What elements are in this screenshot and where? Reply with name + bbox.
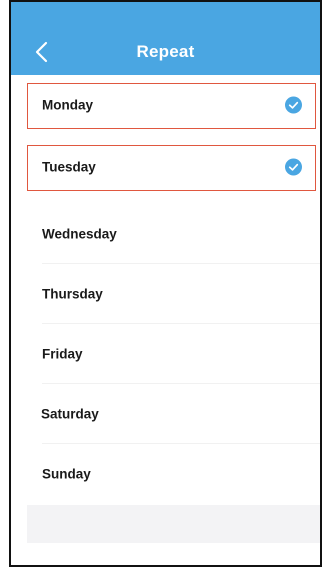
day-label: Tuesday <box>42 159 96 175</box>
phone-screen: Repeat Monday Tuesday Wednesday Thursday… <box>9 0 322 567</box>
page-title: Repeat <box>136 42 195 61</box>
day-label: Monday <box>42 97 94 113</box>
day-row-saturday[interactable]: Saturday <box>11 384 320 444</box>
day-row-sunday[interactable]: Sunday <box>11 444 320 504</box>
check-circle-icon <box>285 96 302 114</box>
status-bar <box>11 2 320 29</box>
footer-band <box>27 505 320 543</box>
day-row-thursday[interactable]: Thursday <box>11 264 320 324</box>
day-label: Saturday <box>41 406 99 422</box>
day-row-tuesday[interactable]: Tuesday <box>11 137 320 197</box>
day-label: Thursday <box>42 286 103 302</box>
app-header: Repeat <box>11 29 320 75</box>
day-label: Sunday <box>42 466 91 482</box>
day-label: Friday <box>42 346 83 362</box>
day-label: Wednesday <box>42 226 117 242</box>
day-row-friday[interactable]: Friday <box>11 324 320 384</box>
check-circle-icon <box>285 158 302 176</box>
day-row-wednesday[interactable]: Wednesday <box>11 204 320 264</box>
day-row-monday[interactable]: Monday <box>11 75 320 135</box>
